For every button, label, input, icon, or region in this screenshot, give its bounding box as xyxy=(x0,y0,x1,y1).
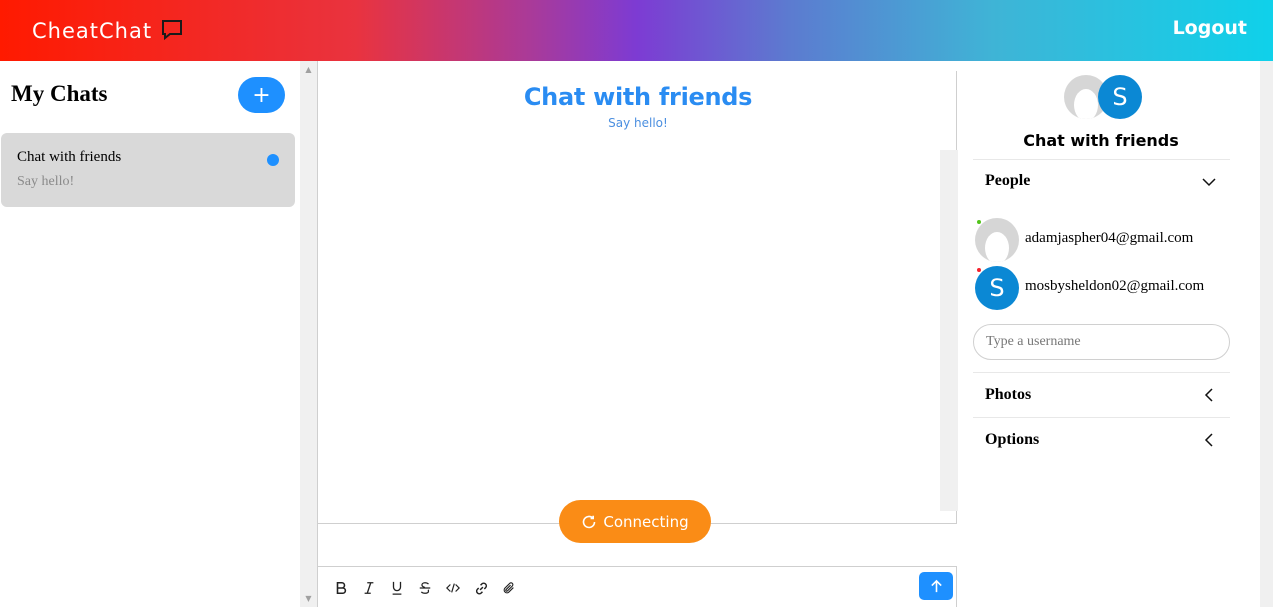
online-status-dot xyxy=(977,220,981,224)
avatar: S xyxy=(1098,75,1142,119)
bold-icon[interactable] xyxy=(332,579,350,597)
chat-bubble-icon xyxy=(162,20,183,41)
page-scrollbar[interactable] xyxy=(1260,61,1273,607)
connecting-badge: Connecting xyxy=(559,500,711,543)
settings-chat-title: Chat with friends xyxy=(1023,131,1179,150)
offline-status-dot xyxy=(977,268,981,272)
username-input[interactable] xyxy=(973,324,1230,360)
chevron-left-icon[interactable] xyxy=(1201,432,1217,448)
person-avatar xyxy=(975,218,1019,262)
unread-dot xyxy=(267,154,279,166)
brand[interactable]: CheatChat xyxy=(32,16,184,46)
divider xyxy=(973,159,1230,160)
avatar-letter: S xyxy=(1112,83,1128,111)
app-header: CheatChat Logout xyxy=(0,0,1273,61)
scroll-up-icon[interactable]: ▲ xyxy=(300,61,317,78)
link-icon[interactable] xyxy=(472,579,490,597)
chat-list-panel: My Chats + Chat with friends Say hello! xyxy=(0,61,300,607)
chat-settings-panel: S Chat with friends People adamjaspher04… xyxy=(958,61,1260,607)
arrow-up-icon xyxy=(930,579,942,592)
chat-list-scrollbar[interactable]: ▲ ▼ xyxy=(300,61,317,607)
divider xyxy=(973,372,1230,373)
new-chat-button[interactable]: + xyxy=(238,77,285,113)
chat-subtitle: Say hello! xyxy=(608,116,668,130)
chat-list-item-title: Chat with friends xyxy=(17,149,122,165)
send-button[interactable] xyxy=(919,572,953,600)
logout-button[interactable]: Logout xyxy=(1173,17,1247,39)
strikethrough-icon[interactable] xyxy=(416,579,434,597)
center-top-gap xyxy=(942,61,957,71)
plus-icon: + xyxy=(252,82,271,108)
format-toolbar xyxy=(332,579,518,597)
chevron-down-icon[interactable] xyxy=(1201,174,1217,190)
person-email: adamjaspher04@gmail.com xyxy=(1025,230,1194,246)
chat-title: Chat with friends xyxy=(523,83,753,111)
loading-icon xyxy=(583,515,596,528)
chat-list-item-subtitle: Say hello! xyxy=(17,174,75,189)
person-avatar: S xyxy=(975,266,1019,310)
message-scrollbar[interactable] xyxy=(940,150,958,511)
options-section-label[interactable]: Options xyxy=(985,431,1039,449)
person-avatar-letter: S xyxy=(989,274,1005,302)
italic-icon[interactable] xyxy=(360,579,378,597)
chevron-left-icon[interactable] xyxy=(1201,387,1217,403)
scroll-down-icon[interactable]: ▼ xyxy=(300,590,317,607)
people-section-label[interactable]: People xyxy=(985,172,1030,190)
connecting-label: Connecting xyxy=(603,512,689,531)
chat-feed: Chat with friends Say hello! Connecting xyxy=(317,61,958,607)
code-icon[interactable] xyxy=(444,579,462,597)
attachment-icon[interactable] xyxy=(500,579,518,597)
underline-icon[interactable] xyxy=(388,579,406,597)
chat-list-title: My Chats xyxy=(11,81,108,106)
chat-list-item[interactable]: Chat with friends Say hello! xyxy=(1,133,295,207)
person-email: mosbysheldon02@gmail.com xyxy=(1025,278,1205,294)
brand-name: CheatChat xyxy=(32,19,153,43)
divider xyxy=(973,417,1230,418)
photos-section-label[interactable]: Photos xyxy=(985,386,1031,404)
